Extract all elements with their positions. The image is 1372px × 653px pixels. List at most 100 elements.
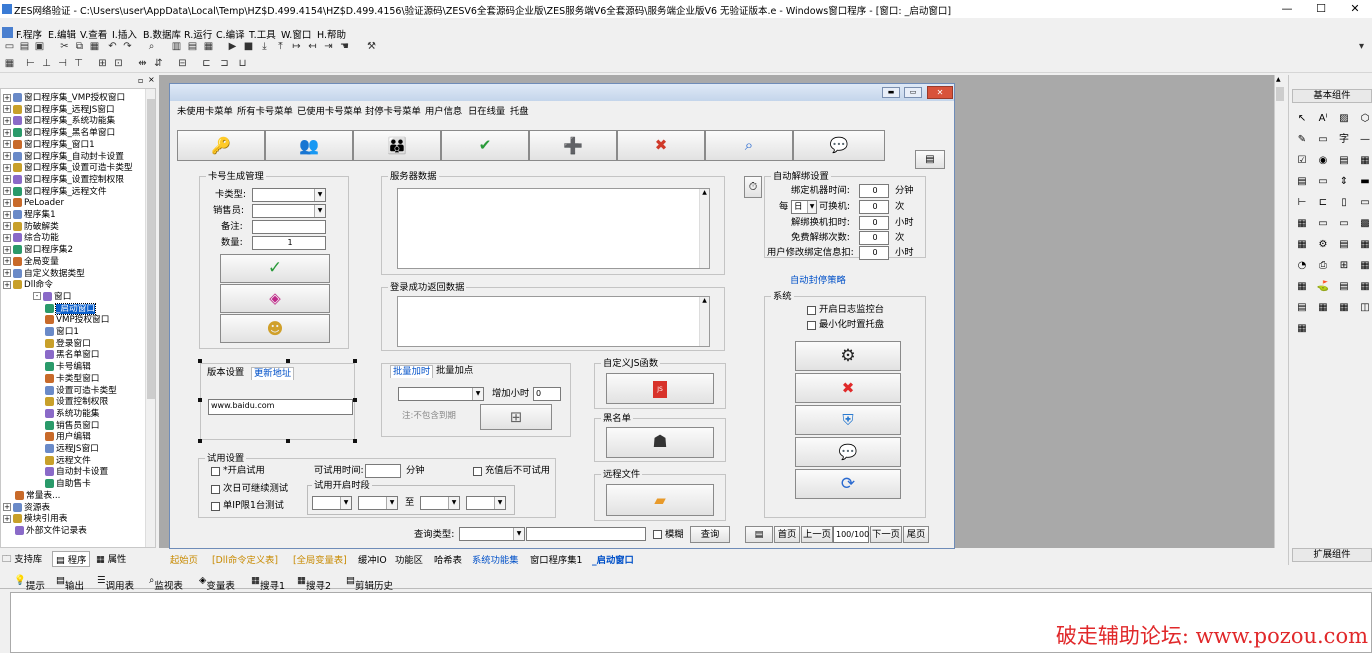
last-page-button[interactable]: 尾页 [903, 526, 929, 543]
tree-node[interactable]: + 综合功能 [3, 232, 59, 244]
qty-input[interactable]: 1 [252, 236, 326, 250]
toolbar-key-button[interactable]: 🔑 [177, 130, 265, 161]
tab-search2[interactable]: ▦ 搜寻2 [297, 575, 331, 592]
form-menu-userinfo[interactable]: 用户信息 [425, 106, 462, 118]
tree-node[interactable]: 设置可造卡类型 [33, 385, 117, 397]
component-icon[interactable]: ▩ [1358, 217, 1372, 230]
selection-handle[interactable] [198, 439, 202, 443]
tab-start-page[interactable]: 起始页 [170, 552, 198, 566]
component-icon[interactable]: ▭ [1316, 217, 1330, 230]
component-icon[interactable]: ▦ [1337, 301, 1351, 314]
expand-icon[interactable]: + [3, 116, 11, 125]
form-menu-online[interactable]: 日在线量 [468, 106, 505, 118]
menu-insert[interactable]: I.插入 [112, 27, 137, 41]
layers-button[interactable]: ◈ [220, 284, 330, 313]
center-icon[interactable]: ⊏ [200, 58, 213, 70]
expand-icon[interactable]: + [3, 105, 11, 114]
menu-run[interactable]: R.运行 [184, 27, 212, 41]
component-icon[interactable]: ⇕ [1337, 175, 1351, 188]
tab-update-url[interactable]: 更新地址 [251, 367, 295, 380]
generate-button[interactable]: ✓ [220, 254, 330, 283]
expand-icon[interactable]: + [3, 152, 11, 160]
menu-window[interactable]: W.窗口 [281, 27, 311, 41]
tree-node[interactable]: 远程文件 [33, 455, 91, 467]
tree-node[interactable]: 黑名单窗口 [33, 349, 99, 361]
fuzzy-checkbox[interactable] [653, 530, 662, 539]
toolbar-search-button[interactable]: ⌕ [705, 130, 793, 161]
tree-close-icon[interactable]: × [148, 75, 155, 84]
component-icon[interactable]: ▦ [1295, 217, 1309, 230]
tab-variables[interactable]: ◈ 变量表 [199, 575, 235, 592]
user-button[interactable]: ☻ [220, 314, 330, 343]
auto-ban-link[interactable]: 自动封停策略 [790, 275, 846, 287]
tab-ribbon[interactable]: 功能区 [395, 552, 423, 566]
tree-node[interactable]: + 资源表 [3, 502, 50, 514]
tab-startup-window[interactable]: _启动窗口 [592, 552, 634, 566]
tree-node[interactable]: + 防破解类 [3, 221, 59, 233]
expand-icon[interactable]: + [3, 140, 11, 149]
tree-node[interactable]: + 窗口程序集_远程文件 [3, 186, 107, 198]
copy-icon[interactable]: ⧉ [73, 41, 86, 53]
canvas-scrollbar[interactable]: ▲ [1274, 75, 1285, 548]
form-menu-all[interactable]: 所有卡号菜单 [237, 106, 293, 118]
next-page-button[interactable]: 下一页 [870, 526, 902, 543]
menu-help[interactable]: H.帮助 [317, 27, 346, 41]
expand-icon[interactable]: + [3, 163, 11, 172]
component-icon[interactable]: ✎ [1295, 133, 1309, 146]
size2-icon[interactable]: ⊡ [112, 58, 125, 70]
form-close-icon[interactable]: ✕ [927, 86, 953, 99]
form-menu-banned[interactable]: 封停卡号菜单 [365, 106, 421, 118]
redo-icon[interactable]: ↷ [121, 41, 134, 53]
clock-icon[interactable]: ⏱ [744, 176, 762, 198]
tab-dll-table[interactable]: [Dll命令定义表] [212, 552, 278, 566]
tab-call-table[interactable]: ☰ 调用表 [97, 575, 134, 592]
selection-handle[interactable] [353, 359, 357, 363]
pager-icon[interactable]: ▤ [745, 526, 773, 543]
remote-file-button[interactable]: ▰ [606, 484, 714, 516]
scroll-thumb[interactable] [1276, 87, 1284, 101]
update-url-input[interactable]: www.baidu.com [208, 399, 353, 415]
refresh-button[interactable]: ⟳ [795, 469, 901, 499]
toolbar-users-button[interactable]: 👥 [265, 130, 353, 161]
tree-node[interactable]: + 窗口程序集_系统功能集 [3, 115, 115, 127]
tree-node[interactable]: 销售员窗口 [33, 420, 99, 432]
tab-support-lib[interactable]: 🗀 支持库 [2, 551, 42, 568]
shield-button[interactable]: ⛨ [795, 405, 901, 435]
open-icon[interactable]: ▤ [18, 41, 31, 53]
step5-icon[interactable]: ⇥ [322, 41, 335, 53]
tab-hashtable[interactable]: 哈希表 [434, 552, 462, 566]
expand-icon[interactable]: + [3, 187, 11, 196]
component-icon[interactable]: ▦ [1358, 238, 1372, 251]
component-icon[interactable]: ◫ [1358, 301, 1372, 314]
expand-icon[interactable]: + [3, 245, 11, 254]
tree-node[interactable]: 常量表... [3, 490, 60, 502]
tab-buffer-io[interactable]: 缓冲IO [358, 552, 387, 566]
component-icon[interactable]: ▭ [1316, 133, 1330, 146]
component-icon[interactable]: ▤ [1337, 280, 1351, 293]
menu-compile[interactable]: C.编译 [216, 27, 245, 41]
log-checkbox[interactable] [807, 306, 816, 315]
tab-watch[interactable]: ⌕ 监视表 [149, 575, 183, 592]
settings-button[interactable]: ⚙ [795, 341, 901, 371]
expand-icon[interactable]: + [3, 198, 11, 207]
expand-icon[interactable]: + [3, 269, 11, 277]
selection-handle[interactable] [353, 398, 357, 402]
tab-program[interactable]: ▤ 程序 [52, 551, 91, 567]
tree-node[interactable]: VMP授权窗口 [33, 314, 109, 326]
form-maximize-icon[interactable]: ▭ [904, 87, 922, 98]
usable-time-input[interactable] [365, 464, 401, 478]
tree-node[interactable]: 设置控制权限 [33, 396, 108, 408]
extended-components-title[interactable]: 扩展组件 [1292, 548, 1372, 562]
expand-icon[interactable]: + [3, 93, 11, 102]
selection-handle[interactable] [198, 398, 202, 402]
menu-tools[interactable]: T.工具 [249, 27, 276, 41]
first-page-button[interactable]: 首页 [774, 526, 800, 543]
component-icon[interactable]: ▤ [1337, 154, 1351, 167]
maximize-button[interactable]: ☐ [1304, 0, 1338, 18]
run-icon[interactable]: ▶ [226, 41, 239, 53]
query-input[interactable] [526, 527, 646, 541]
tree-node[interactable]: - 窗口 [33, 291, 71, 303]
center2-icon[interactable]: ⊐ [218, 58, 231, 70]
tree-node[interactable]: + 程序集1 [3, 209, 56, 221]
space2-icon[interactable]: ⇵ [152, 58, 165, 70]
